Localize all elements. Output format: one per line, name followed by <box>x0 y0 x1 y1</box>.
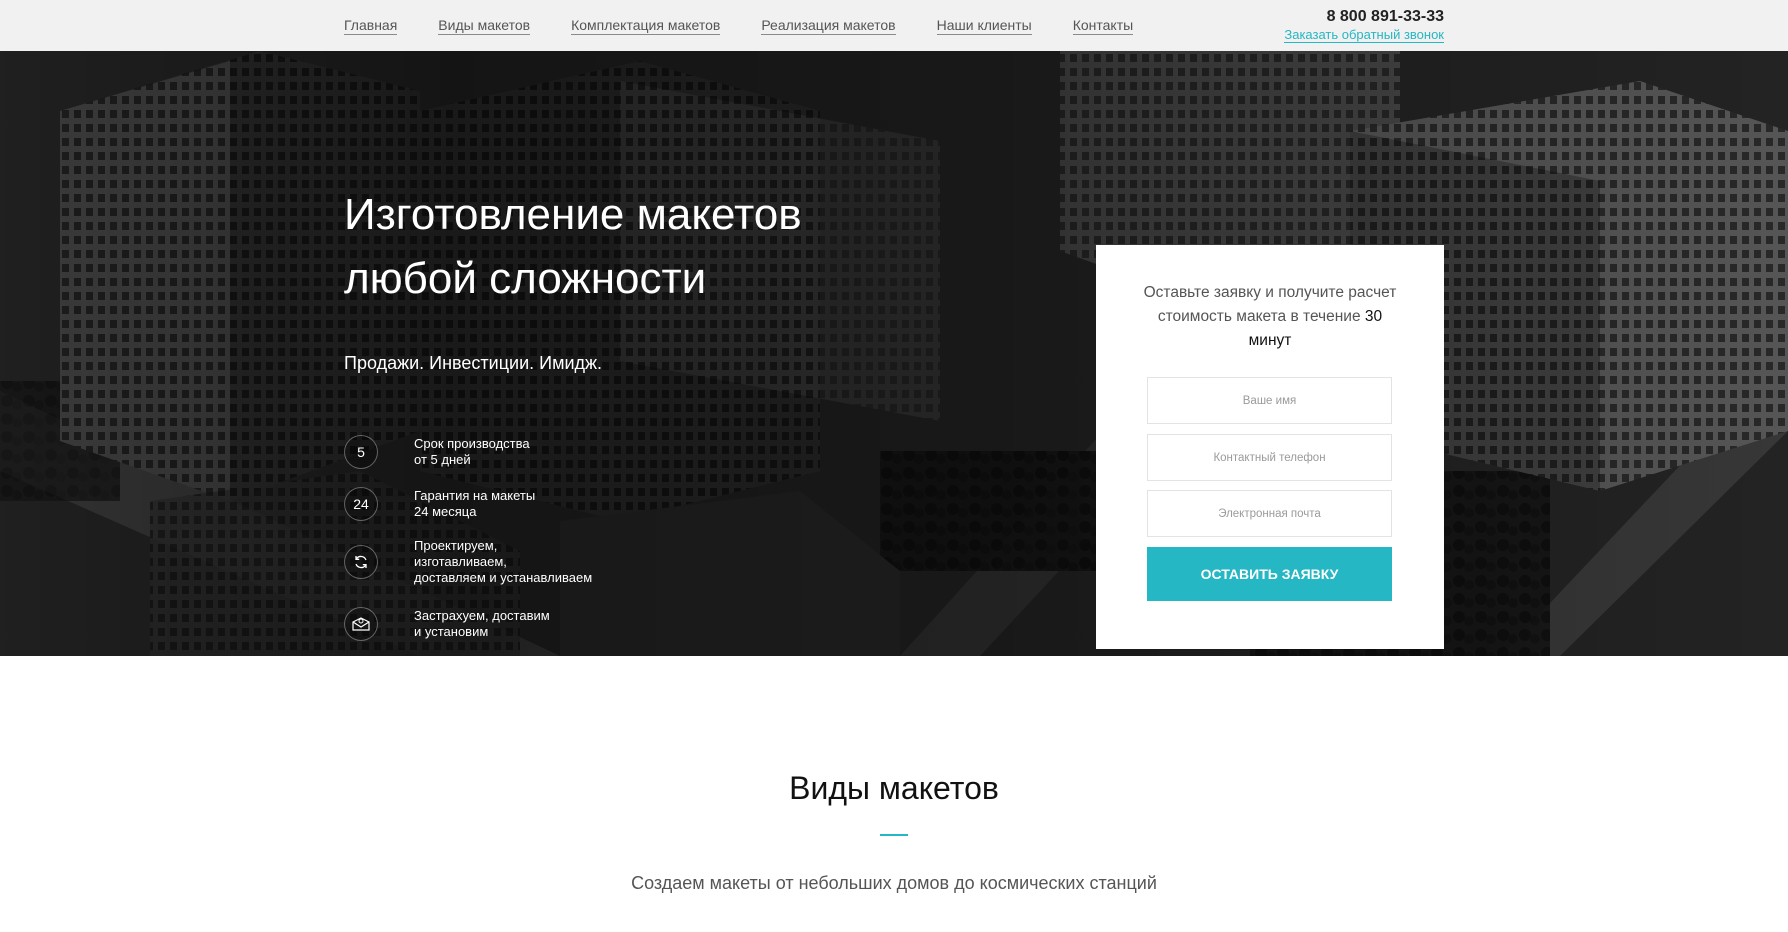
hero-section: Изготовление макетов любой сложности Про… <box>0 51 1788 656</box>
phone-number[interactable]: 8 800 891-33-33 <box>1284 8 1444 26</box>
request-form-card: Оставьте заявку и получите расчет стоимо… <box>1096 245 1444 649</box>
form-heading: Оставьте заявку и получите расчет стоимо… <box>1136 281 1404 353</box>
feature-item: Застрахуем, доставим и установим <box>344 607 550 641</box>
main-nav: Главная Виды макетов Комплектация макето… <box>344 17 1174 35</box>
nav-item-model-delivery[interactable]: Реализация макетов <box>761 17 896 35</box>
feature-badge: 5 <box>344 435 378 469</box>
nav-item-clients[interactable]: Наши клиенты <box>936 17 1032 35</box>
refresh-icon <box>344 545 378 579</box>
hero-title: Изготовление макетов любой сложности <box>344 190 802 303</box>
header-contacts: 8 800 891-33-33 Заказать обратный звонок <box>1284 8 1444 44</box>
section-subtitle: Создаем макеты от небольших домов до кос… <box>631 873 1157 893</box>
nav-item-home[interactable]: Главная <box>344 17 398 35</box>
insured-delivery-icon <box>344 607 378 641</box>
feature-text: Срок производства от 5 дней <box>414 436 530 467</box>
nav-item-contacts[interactable]: Контакты <box>1072 17 1134 35</box>
feature-item: 24 Гарантия на макеты 24 месяца <box>344 487 535 521</box>
nav-item-model-equipment[interactable]: Комплектация макетов <box>571 17 721 35</box>
submit-request-button[interactable]: ОСТАВИТЬ ЗАЯВКУ <box>1147 547 1392 601</box>
feature-text: Застрахуем, доставим и установим <box>414 608 550 639</box>
feature-text: Проектируем, изготавливаем, доставляем и… <box>414 538 593 585</box>
feature-item: Проектируем, изготавливаем, доставляем и… <box>344 538 592 586</box>
email-input[interactable] <box>1147 490 1392 537</box>
callback-link[interactable]: Заказать обратный звонок <box>1284 27 1444 43</box>
phone-input[interactable] <box>1147 434 1392 481</box>
hero-subtitle: Продажи. Инвестиции. Имидж. <box>344 353 603 373</box>
feature-item: 5 Срок производства от 5 дней <box>344 435 530 469</box>
nav-item-model-types[interactable]: Виды макетов <box>438 17 531 35</box>
feature-badge: 24 <box>344 487 378 521</box>
top-bar: Главная Виды макетов Комплектация макето… <box>0 0 1788 51</box>
form-heading-text: Оставьте заявку и получите расчет стоимо… <box>1143 284 1397 325</box>
name-input[interactable] <box>1147 377 1392 424</box>
feature-text: Гарантия на макеты 24 месяца <box>414 488 536 519</box>
section-title: Виды макетов <box>789 770 999 806</box>
section-divider <box>880 834 908 836</box>
hero-overlay <box>0 51 1788 656</box>
